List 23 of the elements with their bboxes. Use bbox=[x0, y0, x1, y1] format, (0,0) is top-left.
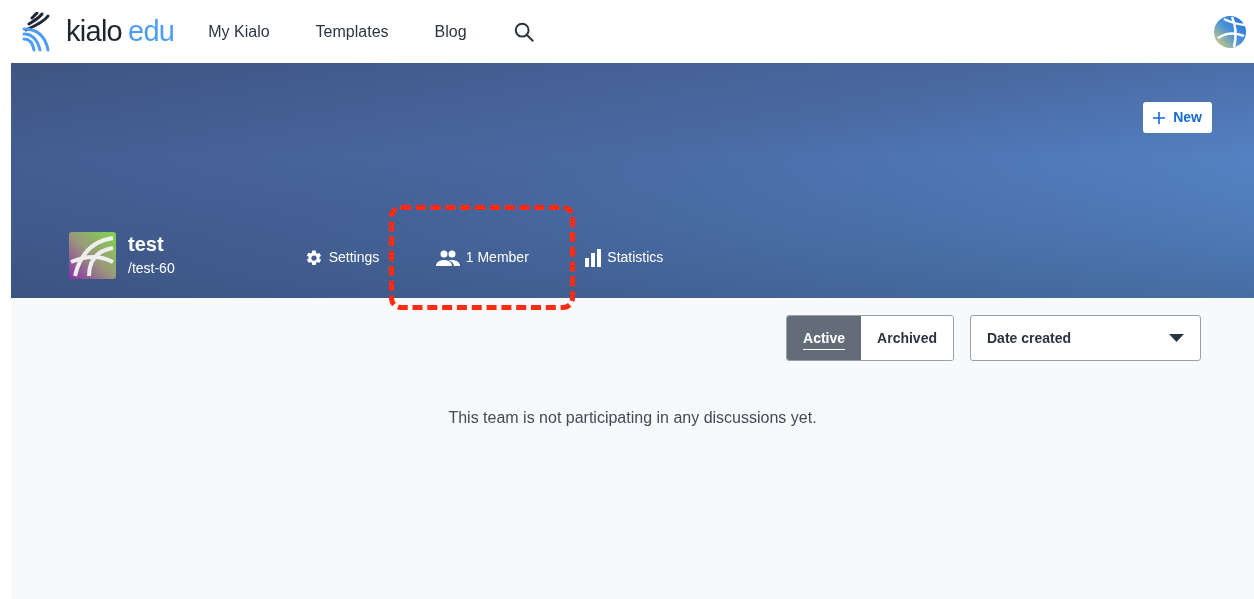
avatar-icon[interactable] bbox=[1214, 15, 1246, 48]
search-icon[interactable] bbox=[512, 20, 535, 43]
new-button[interactable]: New bbox=[1143, 102, 1212, 133]
team-slug: /test-60 bbox=[128, 259, 175, 278]
team-nav-link[interactable]: Statistics bbox=[585, 247, 664, 268]
bar-chart-icon bbox=[585, 248, 602, 267]
team-logo-icon bbox=[69, 232, 116, 279]
nav-link[interactable]: Templates bbox=[315, 19, 389, 44]
plus-icon bbox=[1153, 111, 1166, 124]
logo-wordmark[interactable]: kialo bbox=[66, 17, 123, 46]
people-icon bbox=[435, 249, 460, 266]
empty-message: This team is not participating in any discussions yet. bbox=[447, 408, 818, 428]
caret-icon bbox=[1169, 334, 1184, 342]
nav-link[interactable]: My Kialo bbox=[208, 19, 270, 44]
nav-link[interactable]: Blog bbox=[434, 19, 467, 44]
team-nav-link[interactable]: 1 Member bbox=[435, 247, 529, 268]
team-nav-link[interactable]: Settings bbox=[304, 247, 380, 268]
gear-icon bbox=[304, 248, 323, 267]
logo-icon[interactable] bbox=[22, 11, 52, 52]
filter-tab[interactable]: Active bbox=[787, 316, 862, 360]
sort-dropdown[interactable]: Date created bbox=[970, 315, 1201, 361]
filter-tab[interactable]: Archived bbox=[861, 316, 953, 360]
team-name: test bbox=[128, 232, 165, 256]
